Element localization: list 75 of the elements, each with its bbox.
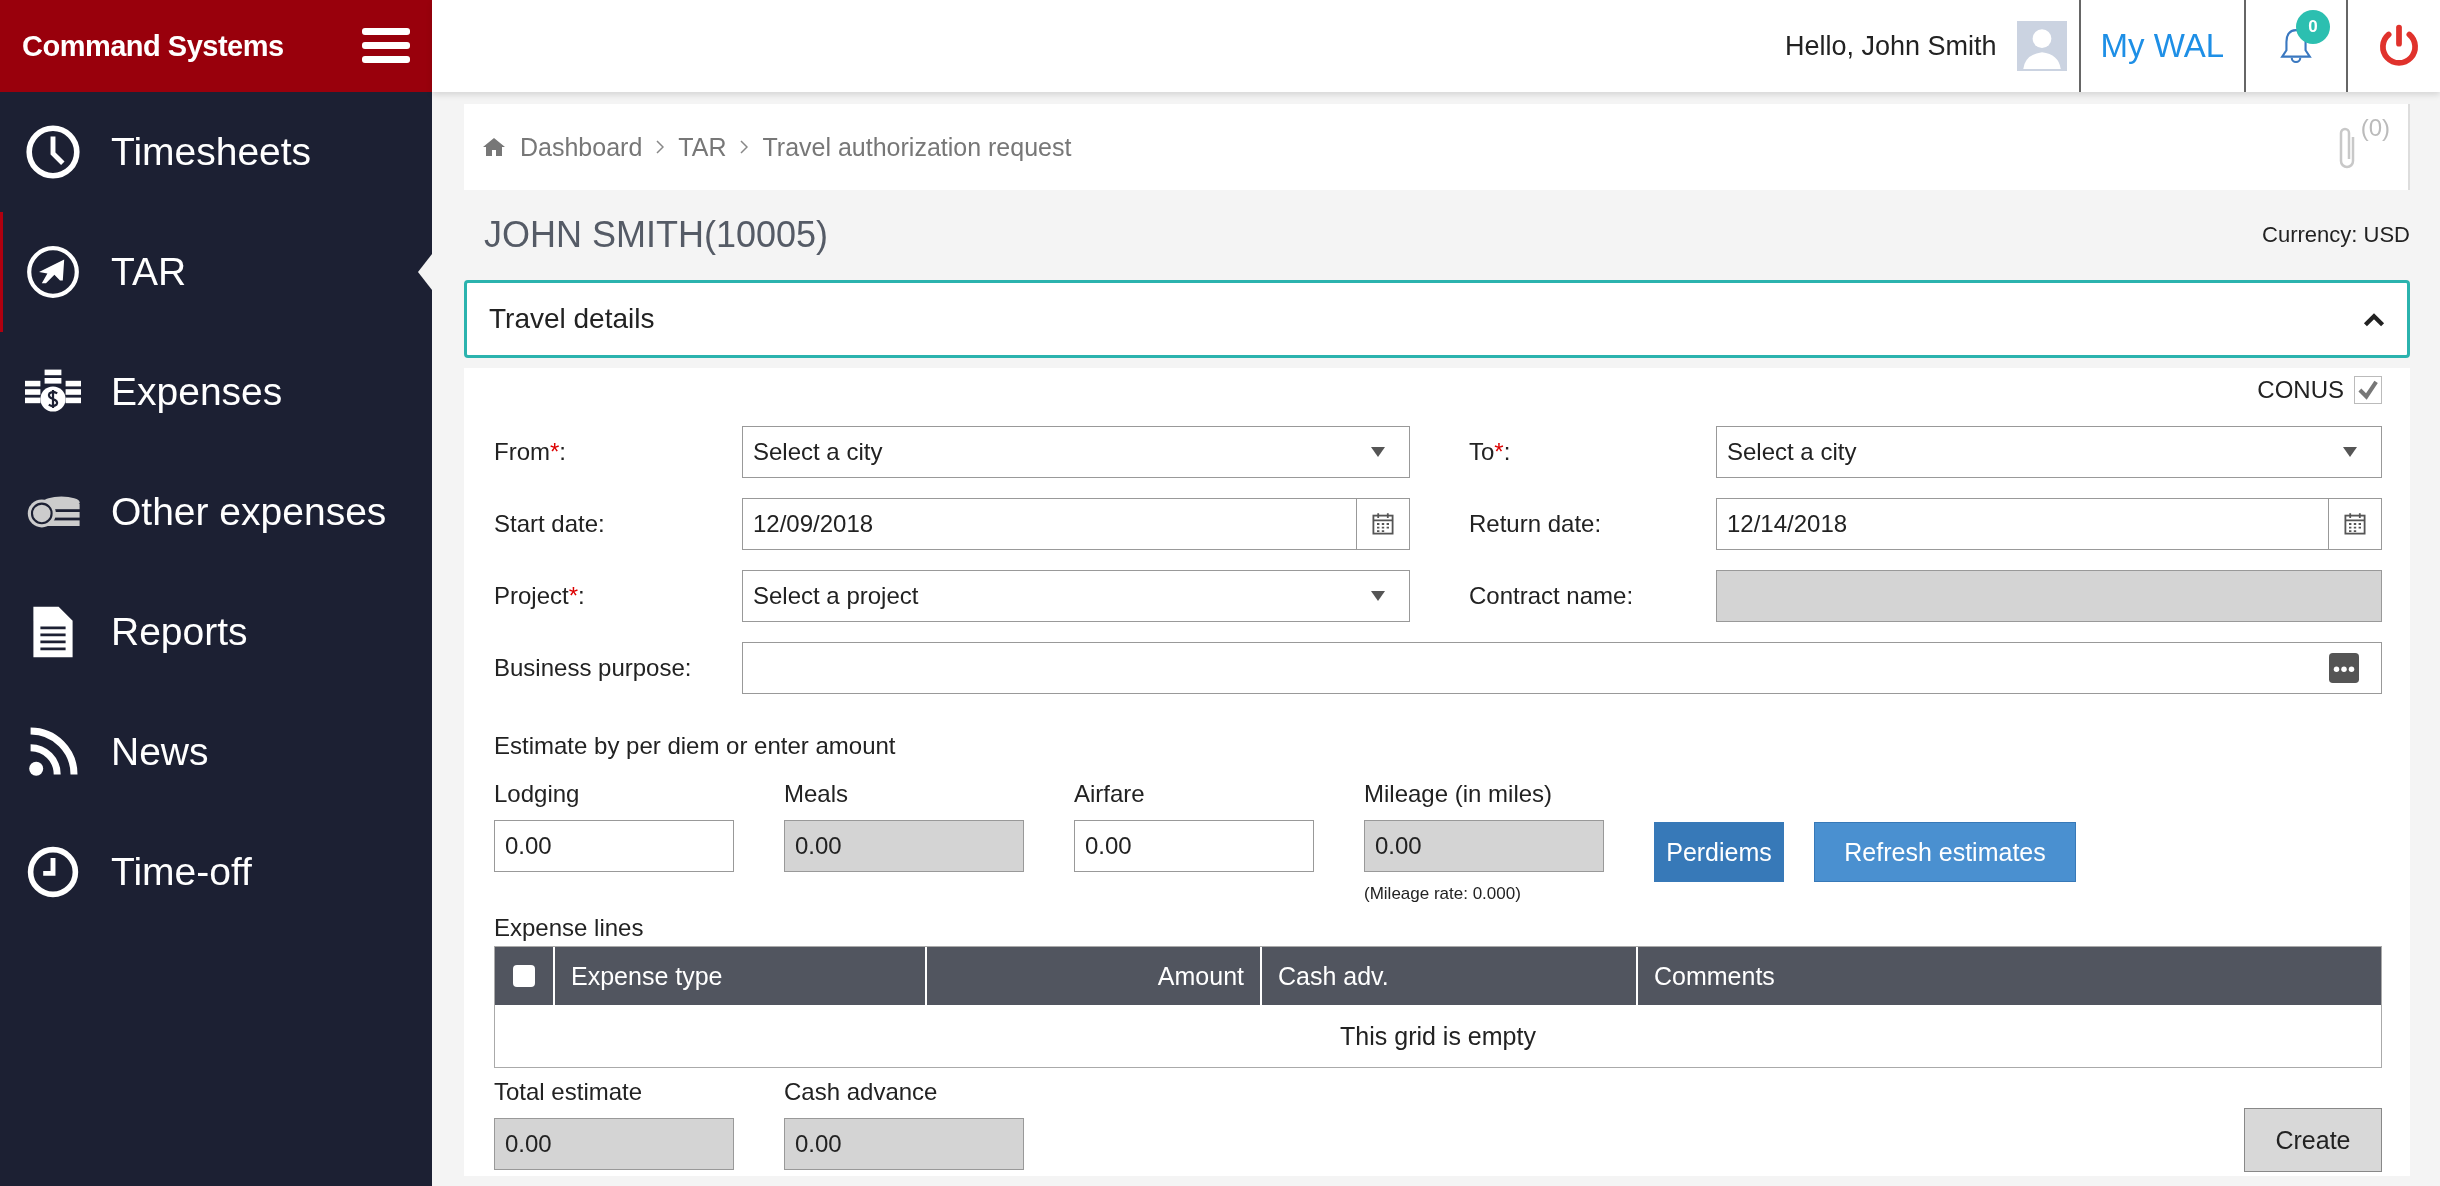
nav-item[interactable]: Reports [0, 572, 432, 692]
nav-item[interactable]: Timesheets [0, 92, 432, 212]
field-label: Contract name: [1469, 582, 1635, 610]
chevron-right-icon [740, 140, 749, 154]
column-header[interactable]: Cash adv. [1260, 947, 1636, 1005]
nav-label: Expenses [111, 370, 283, 414]
brand-name: Command Systems [22, 29, 284, 63]
nav-label: Reports [111, 610, 248, 654]
dropdown-field[interactable]: Select a city [742, 426, 1410, 478]
breadcrumb-link[interactable]: TAR [678, 132, 727, 162]
column-header[interactable]: Amount [925, 947, 1260, 1005]
field-label: Cash advance [784, 1078, 939, 1106]
date-field[interactable]: 12/14/2018 [1716, 498, 2382, 550]
notification-count: 0 [2296, 10, 2330, 44]
clock-icon [25, 124, 81, 180]
mileage-note: (Mileage rate: 0.000) [1364, 884, 1521, 904]
column-header[interactable]: Comments [1636, 947, 2381, 1005]
input-field[interactable] [1716, 570, 2382, 622]
breadcrumb-link[interactable]: Travel authorization request [762, 132, 1072, 162]
more-options-icon[interactable] [2329, 653, 2359, 683]
home-icon[interactable] [482, 137, 506, 157]
caret-icon [2343, 447, 2357, 457]
clock-icon [25, 844, 81, 900]
section-header[interactable]: Travel details [464, 280, 2410, 358]
nav-item[interactable]: Time-off [0, 812, 432, 932]
field-label: Total estimate [494, 1078, 644, 1106]
chevron-icon[interactable] [2363, 311, 2385, 327]
estimate-heading: Estimate by per diem or enter amount [494, 732, 897, 760]
nav-item[interactable]: Other expenses [0, 452, 432, 572]
empty-message: This grid is empty [1339, 1020, 1537, 1052]
airplane-icon [25, 244, 81, 300]
field-label: Mileage (in miles) [1364, 780, 1554, 808]
section-title: Travel details [489, 303, 655, 335]
create-button[interactable]: Create [2244, 1108, 2382, 1172]
calendar-icon [2343, 512, 2367, 536]
active-pointer-icon [418, 254, 432, 290]
dropdown-field[interactable]: Select a city [1716, 426, 2382, 478]
amount-field[interactable]: 0.00 [1074, 820, 1314, 872]
chevron-right-icon [656, 140, 665, 154]
nav-label: News [111, 730, 209, 774]
nav-label: Timesheets [111, 130, 312, 174]
field-label: Start date: [494, 510, 606, 538]
breadcrumb-link[interactable]: Dashboard [520, 132, 643, 162]
caret-icon [1371, 591, 1385, 601]
greeting-text: Hello, John Smith [1784, 30, 1997, 62]
date-field[interactable]: 12/09/2018 [742, 498, 1410, 550]
menu-icon[interactable] [362, 28, 410, 64]
caret-icon [1371, 447, 1385, 457]
attachment-count: (0) [2360, 114, 2390, 142]
field-label: Project*: [494, 582, 586, 610]
amount-field[interactable]: 0.00 [494, 820, 734, 872]
field-label: Return date: [1469, 510, 1603, 538]
calendar-icon [1371, 512, 1395, 536]
field-label: Business purpose: [494, 654, 693, 682]
select-all-checkbox[interactable] [513, 965, 535, 987]
conus-label: CONUS [2257, 376, 2344, 404]
employee-title: JOHN SMITH(10005) [484, 214, 829, 256]
perdiems-button[interactable]: Perdiems [1654, 822, 1784, 882]
field-label: To*: [1469, 438, 1512, 466]
nav-label: Other expenses [111, 490, 387, 534]
nav-item[interactable]: Expenses [0, 332, 432, 452]
nav-item[interactable]: TAR [0, 212, 432, 332]
nav-label: TAR [111, 250, 187, 294]
column-header[interactable]: Expense type [553, 947, 925, 1005]
field-label: Airfare [1074, 780, 1146, 808]
currency-label: Currency: USD [2262, 222, 2410, 248]
field-label: Lodging [494, 780, 581, 808]
field-label: Meals [784, 780, 850, 808]
conus-checkbox[interactable] [2354, 376, 2382, 404]
field-label: From*: [494, 438, 567, 466]
dropdown-field[interactable]: Select a project [742, 570, 1410, 622]
table-title: Expense lines [494, 914, 645, 942]
input-field[interactable] [742, 642, 2382, 694]
nav-label: Time-off [111, 850, 252, 894]
nav-item[interactable]: News [0, 692, 432, 812]
